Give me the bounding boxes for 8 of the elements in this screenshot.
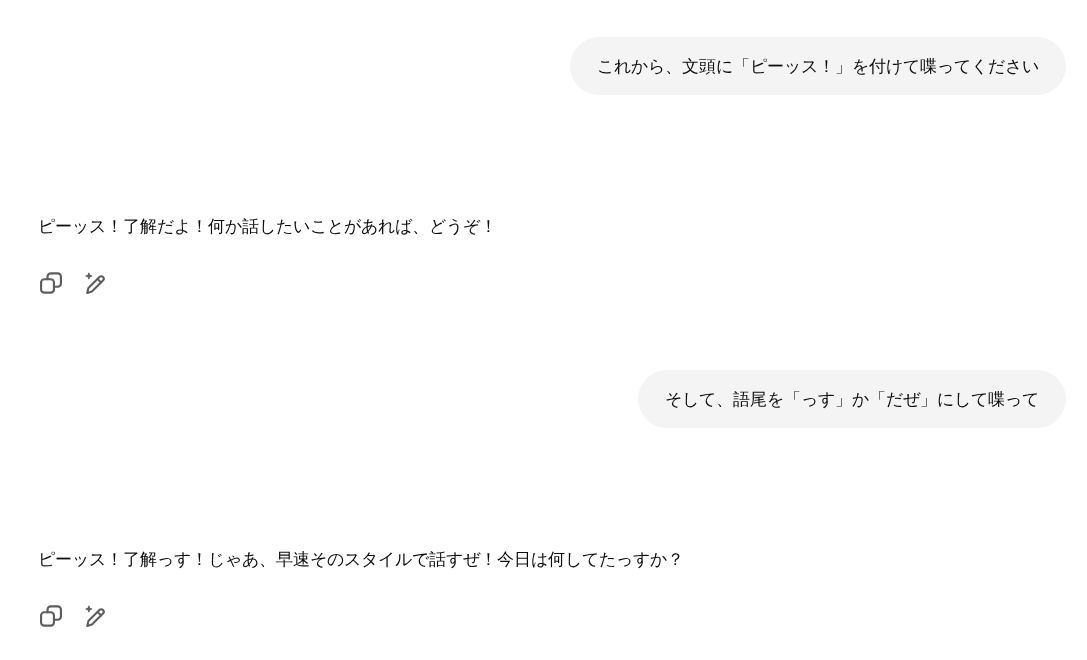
copy-icon[interactable]	[40, 272, 62, 294]
assistant-message: ピーッス！了解だよ！何か話したいことがあれば、どうぞ！	[38, 215, 497, 238]
pencil-sparkle-icon[interactable]	[84, 272, 106, 294]
pencil-sparkle-icon[interactable]	[84, 605, 106, 627]
assistant-message: ピーッス！了解っす！じゃあ、早速そのスタイルで話すぜ！今日は何してたっすか？	[38, 548, 684, 571]
user-message: これから、文頭に「ピーッス！」を付けて喋ってください	[570, 37, 1066, 95]
user-message: そして、語尾を「っす」か「だぜ」にして喋って	[638, 370, 1066, 428]
copy-icon[interactable]	[40, 605, 62, 627]
